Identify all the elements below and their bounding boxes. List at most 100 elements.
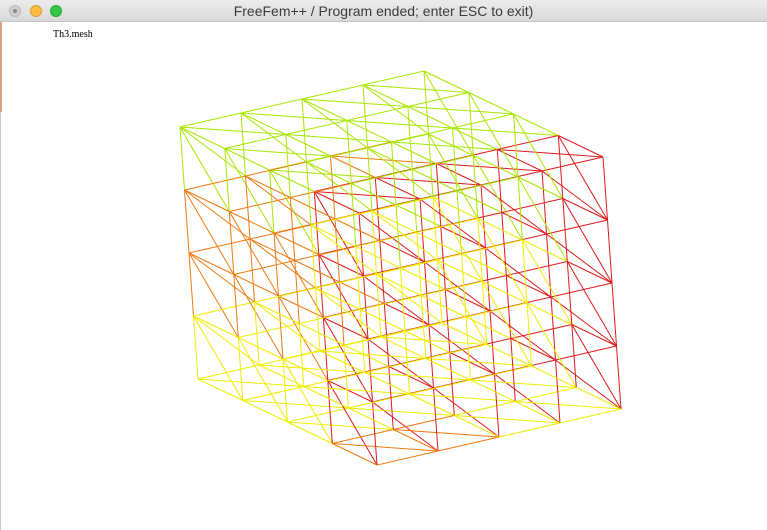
mesh-edge (425, 358, 532, 367)
mesh-edge (301, 98, 348, 121)
mesh-edge (240, 98, 303, 114)
mesh-edge (242, 400, 349, 409)
mesh-edge (348, 407, 455, 416)
mesh-edge (375, 177, 482, 186)
mesh-edge (179, 126, 246, 177)
mesh-edge (299, 309, 361, 324)
mesh-edge (517, 176, 568, 262)
mesh-edge (454, 415, 500, 438)
mesh-edge (470, 379, 516, 402)
mesh-edge (327, 380, 378, 466)
mesh-edge (258, 364, 305, 387)
mesh-edge (188, 252, 194, 317)
mesh-edge (393, 415, 455, 430)
mesh-edge (240, 112, 287, 135)
mesh-edge (393, 429, 500, 438)
mesh-edge (497, 149, 604, 158)
mesh-edge (285, 134, 331, 157)
mesh-edge (546, 233, 613, 284)
mesh-edge (188, 252, 255, 303)
mesh-edge (301, 98, 368, 149)
mesh-edge (432, 196, 483, 282)
mesh-edge (571, 324, 622, 410)
mesh-edge (362, 84, 469, 93)
mesh-edge (360, 295, 422, 310)
mesh-edge (559, 408, 622, 424)
mesh-edge (310, 210, 373, 226)
mesh-edge (477, 218, 528, 304)
mesh-edge (197, 378, 304, 387)
mesh-edge (437, 259, 488, 345)
mesh-3d-plot[interactable] (0, 0, 767, 530)
mesh-edge (285, 134, 392, 143)
mesh-edge (249, 224, 312, 240)
mesh-edge (470, 365, 532, 381)
mesh-edge (258, 350, 321, 366)
mesh-edge (319, 336, 382, 352)
mesh-edge (290, 197, 336, 220)
mesh-edge (371, 196, 434, 212)
mesh-edge (607, 219, 613, 284)
mesh-edge (303, 386, 349, 409)
mesh-edge (522, 239, 573, 325)
mesh-edge (515, 401, 622, 410)
mesh-edge (550, 296, 617, 347)
mesh-edge (436, 163, 543, 172)
mesh-edge (315, 273, 377, 289)
mesh-edge (282, 358, 333, 444)
mesh-edge (179, 112, 242, 128)
mesh-edge (611, 282, 617, 347)
mesh-edge (184, 189, 251, 240)
mesh-edge (184, 189, 235, 275)
mesh-edge (376, 450, 439, 466)
mesh-edge (193, 315, 199, 380)
mesh-edge (179, 126, 286, 135)
mesh-edge (299, 323, 345, 346)
mesh-edge (348, 393, 410, 409)
mesh-edge (287, 421, 394, 430)
mesh-edge (346, 106, 408, 121)
mesh-edge (437, 436, 500, 452)
mesh-edge (526, 302, 577, 388)
mesh-edge (346, 120, 392, 143)
mesh-edge (380, 322, 443, 338)
mesh-edge (318, 254, 369, 340)
mesh-edge (566, 261, 617, 347)
mesh-edge (452, 127, 559, 136)
mesh-edge (240, 112, 307, 163)
mesh-edge (409, 393, 455, 416)
mesh-edge (233, 274, 284, 360)
mesh-edge (602, 156, 608, 221)
mesh-edge (409, 379, 471, 395)
mesh-edge (362, 70, 425, 86)
mesh-edge (470, 379, 577, 388)
mesh-edge (481, 281, 532, 367)
mesh-edge (254, 287, 316, 303)
mesh-edge (249, 238, 296, 261)
mesh-edge (224, 148, 275, 234)
mesh-edge (513, 113, 564, 199)
mesh-edge (301, 84, 364, 100)
mesh-edge (498, 422, 561, 438)
mesh-edge (346, 120, 453, 129)
mesh-edge (407, 106, 453, 129)
mesh-edge (290, 183, 352, 198)
mesh-edge (616, 345, 622, 410)
mesh-edge (245, 175, 291, 198)
mesh-edge (237, 337, 288, 423)
mesh-edge (425, 344, 487, 359)
mesh-edge (258, 364, 365, 373)
mesh-edge (245, 161, 307, 177)
mesh-edge (380, 336, 487, 345)
mesh-edge (355, 232, 417, 247)
mesh-edge (224, 134, 286, 149)
mesh-edge (332, 443, 439, 452)
mesh-edge (303, 386, 410, 395)
mesh-edge (254, 301, 300, 324)
mesh-edge (515, 401, 561, 424)
mesh-edge (557, 135, 608, 221)
mesh-edge (179, 126, 230, 212)
mesh-edge (393, 429, 439, 452)
mesh-edge (188, 252, 239, 338)
mesh-edge (193, 315, 260, 366)
